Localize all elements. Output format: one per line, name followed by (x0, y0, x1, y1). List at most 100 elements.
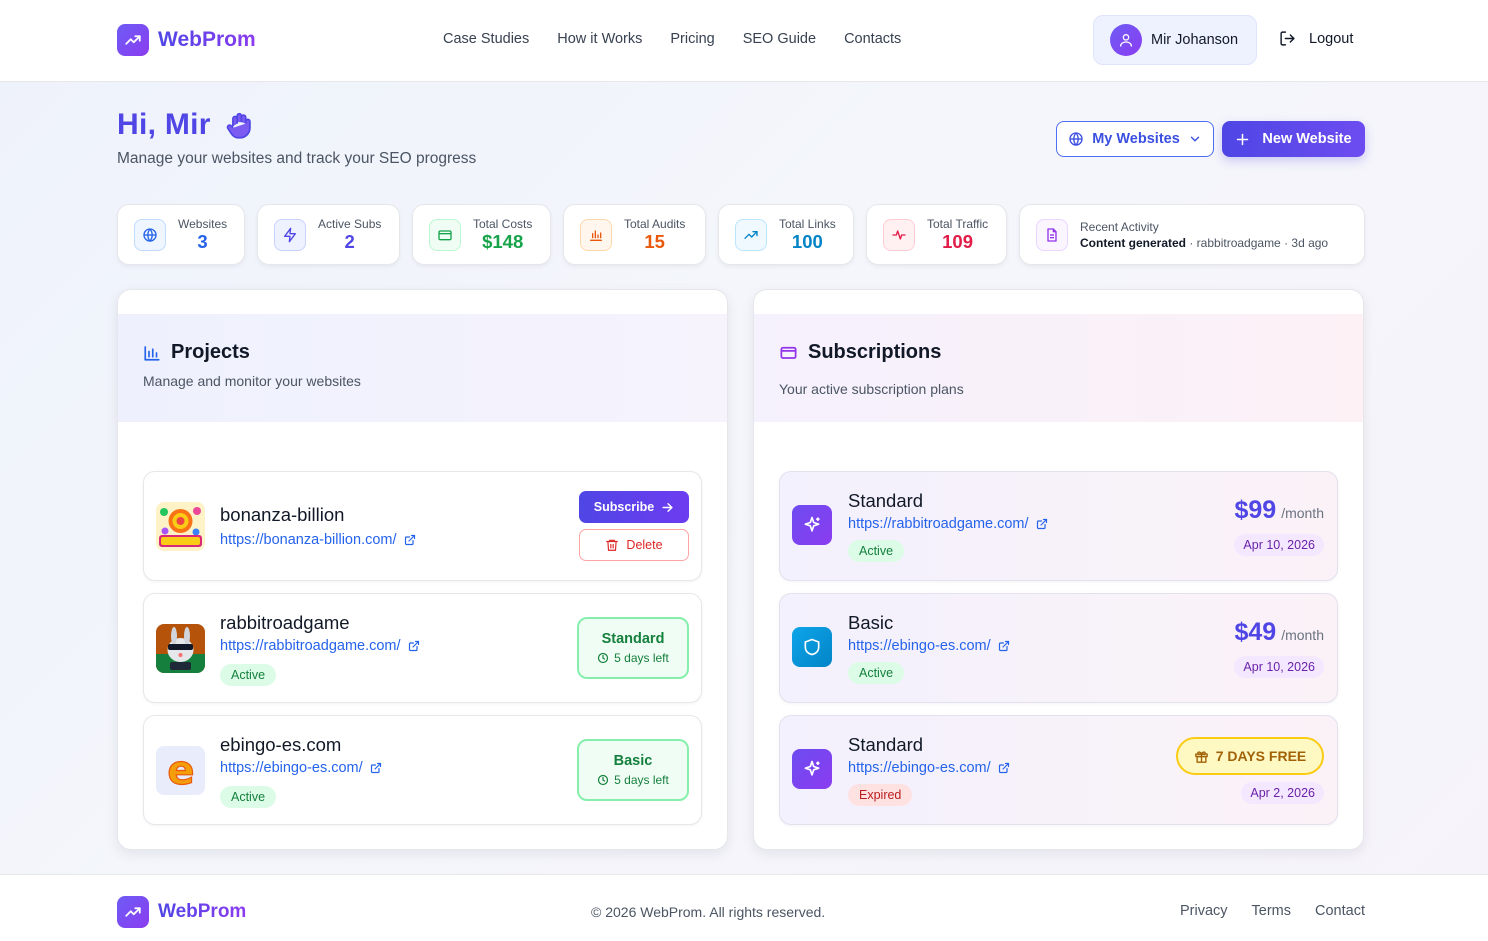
plan-name: Standard (601, 631, 665, 647)
stat-total-links: Total Links 100 (718, 204, 854, 265)
activity-pulse-icon (883, 218, 915, 251)
nav-contacts[interactable]: Contacts (844, 31, 901, 47)
user-name: Mir Johanson (1151, 32, 1239, 48)
top-header: WebProm Case Studies How it Works Pricin… (0, 0, 1488, 82)
external-link-icon (408, 640, 420, 652)
days-left: 5 days left (614, 651, 669, 665)
trend-up-icon (117, 24, 149, 56)
plan-badge[interactable]: Basic 5 days left (577, 739, 689, 801)
external-link-icon (998, 640, 1010, 652)
new-website-button[interactable]: New Website (1222, 121, 1365, 157)
renewal-date: Apr 10, 2026 (1234, 534, 1324, 556)
status-badge: Active (220, 786, 277, 808)
copyright: © 2026 WebProm. All rights reserved. (591, 904, 826, 920)
stat-value: 109 (942, 230, 973, 252)
delete-button[interactable]: Delete (579, 529, 689, 561)
logout-button[interactable]: Logout (1279, 30, 1353, 47)
footer-link-contact[interactable]: Contact (1315, 903, 1365, 919)
chevron-down-icon (1188, 132, 1202, 146)
project-name: bonanza-billion (220, 504, 345, 525)
plan-days: 5 days left (597, 773, 669, 787)
external-link-icon (370, 762, 382, 774)
status-badge: Expired (848, 784, 913, 806)
project-card: rabbitroadgame https://rabbitroadgame.co… (143, 593, 702, 703)
subscription-url-link[interactable]: https://ebingo-es.com/ (848, 638, 1010, 654)
my-websites-dropdown[interactable]: My Websites (1056, 121, 1214, 157)
recent-activity: Recent Activity Content generated · rabb… (1019, 204, 1365, 265)
project-name: ebingo-es.com (220, 734, 342, 755)
subscribe-button[interactable]: Subscribe (579, 491, 689, 523)
project-thumbnail (156, 624, 205, 673)
stat-label: Websites (178, 216, 228, 231)
projects-title-text: Projects (171, 341, 250, 363)
subscriptions-panel: Subscriptions Your active subscription p… (753, 289, 1364, 850)
status-badge: Active (848, 662, 905, 684)
projects-panel: Projects Manage and monitor your website… (117, 289, 728, 850)
recent-activity-event: Content generated (1080, 235, 1187, 250)
price-amount: $99 (1234, 496, 1277, 524)
subscription-card: Standard https://rabbitroadgame.com/ Act… (779, 471, 1338, 581)
wave-hand-icon (223, 108, 257, 142)
price: $99 /month (1234, 496, 1324, 525)
subscription-card: Standard https://ebingo-es.com/ Expired … (779, 715, 1338, 825)
stat-value: 2 (344, 230, 355, 252)
stat-label: Total Costs (473, 216, 533, 231)
stat-label: Total Audits (624, 216, 686, 231)
logout-label: Logout (1309, 30, 1354, 47)
nav-case-studies[interactable]: Case Studies (443, 31, 529, 47)
clock-icon (597, 652, 609, 664)
brand-logo[interactable]: WebProm (117, 24, 256, 56)
plan-name: Basic (848, 612, 894, 633)
shield-icon (792, 627, 832, 667)
nav-pricing[interactable]: Pricing (670, 31, 714, 47)
renewal-date: Apr 10, 2026 (1234, 656, 1324, 678)
project-url-link[interactable]: https://ebingo-es.com/ (220, 760, 382, 776)
document-icon (1036, 218, 1068, 251)
plan-days: 5 days left (597, 651, 669, 665)
free-trial-badge[interactable]: 7 DAYS FREE (1176, 737, 1324, 775)
clock-icon (597, 774, 609, 786)
external-link-icon (404, 534, 416, 546)
footer-link-privacy[interactable]: Privacy (1180, 903, 1228, 919)
stat-value: 15 (644, 230, 665, 252)
stat-active-subs: Active Subs 2 (257, 204, 400, 265)
user-menu[interactable]: Mir Johanson (1093, 15, 1257, 65)
my-websites-label: My Websites (1092, 131, 1180, 147)
project-card: e ebingo-es.com https://ebingo-es.com/ A… (143, 715, 702, 825)
footer-logo[interactable]: WebProm (117, 896, 246, 928)
logout-icon (1279, 30, 1296, 47)
project-url-link[interactable]: https://rabbitroadgame.com/ (220, 638, 420, 654)
subscription-url-link[interactable]: https://ebingo-es.com/ (848, 760, 1010, 776)
status-badge: Active (220, 664, 277, 686)
brand-name: WebProm (158, 901, 247, 922)
recent-activity-detail: · rabbitroadgame · 3d ago (1186, 235, 1329, 250)
subscription-card: Basic https://ebingo-es.com/ Active $49 … (779, 593, 1338, 703)
footer-link-terms[interactable]: Terms (1252, 903, 1291, 919)
subscriptions-title: Subscriptions (779, 341, 941, 364)
project-card: bonanza-billion https://bonanza-billion.… (143, 471, 702, 581)
subscriptions-title-text: Subscriptions (808, 341, 942, 363)
price-period: /month (1281, 627, 1324, 643)
globe-icon (1068, 131, 1084, 147)
project-name: rabbitroadgame (220, 612, 350, 633)
plan-name: Standard (848, 734, 924, 755)
subscriptions-subtitle: Your active subscription plans (779, 381, 964, 397)
footer: WebProm © 2026 WebProm. All rights reser… (0, 874, 1488, 941)
credit-card-icon (429, 218, 461, 251)
subscription-url-link[interactable]: https://rabbitroadgame.com/ (848, 516, 1048, 532)
sparkles-icon (792, 749, 832, 789)
gift-icon (1194, 749, 1209, 764)
price-amount: $49 (1234, 618, 1277, 646)
stat-label: Total Links (779, 216, 836, 231)
stat-total-audits: Total Audits 15 (563, 204, 706, 265)
projects-subtitle: Manage and monitor your websites (143, 373, 361, 389)
bar-chart-icon (143, 344, 161, 362)
plan-badge[interactable]: Standard 5 days left (577, 617, 689, 679)
new-website-label: New Website (1262, 131, 1352, 147)
nav-seo-guide[interactable]: SEO Guide (743, 31, 816, 47)
plan-name: Standard (848, 490, 924, 511)
project-url-link[interactable]: https://bonanza-billion.com/ (220, 532, 416, 548)
page-subtitle: Manage your websites and track your SEO … (117, 150, 477, 167)
nav-how-it-works[interactable]: How it Works (557, 31, 642, 47)
sparkles-icon (792, 505, 832, 545)
